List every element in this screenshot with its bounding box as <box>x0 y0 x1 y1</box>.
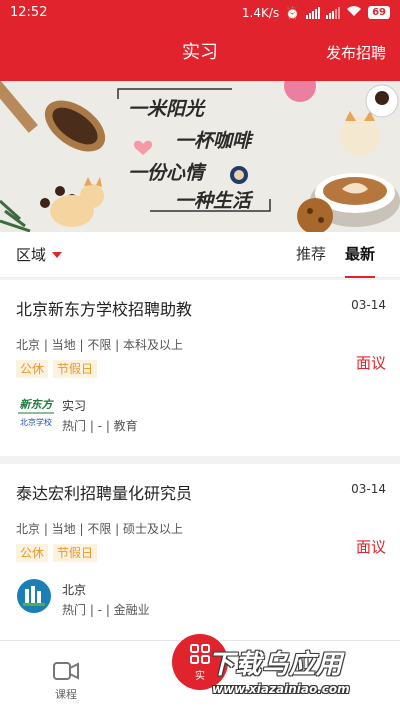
header-bar: 实习 发布招聘 <box>0 25 400 81</box>
publish-recruitment-button[interactable]: 发布招聘 <box>326 25 386 81</box>
watermark: 下载乌应用 www.xiazainiao.com <box>200 640 400 711</box>
svg-text:新东方: 新东方 <box>20 398 55 411</box>
filter-bar: 区域 推荐 最新 <box>0 232 400 278</box>
tab-course-label: 课程 <box>55 688 77 701</box>
job-title: 泰达宏利招聘量化研究员 <box>16 484 193 503</box>
job-tags: 公休 节假日 <box>16 360 98 378</box>
company-name: 实习 <box>62 399 87 413</box>
tab-course[interactable]: 课程 <box>26 659 106 702</box>
job-requirements: 北京 | 当地 | 不限 | 硕士及以上 <box>16 522 184 536</box>
banner-line-4: 一种生活 <box>175 190 252 212</box>
watermark-title: 下载乌应用 <box>208 650 344 680</box>
alarm-icon: ⏰ <box>285 5 301 20</box>
region-dropdown[interactable]: 区域 <box>16 232 63 278</box>
status-icons: 1.4K/s ⏰ 69 <box>242 5 390 20</box>
job-salary: 面议 <box>355 538 386 556</box>
job-card[interactable]: 泰达宏利招聘量化研究员 03-14 北京 | 当地 | 不限 | 硕士及以上 公… <box>0 464 400 640</box>
job-title: 北京新东方学校招聘助教 <box>16 300 193 319</box>
job-requirements: 北京 | 当地 | 不限 | 本科及以上 <box>16 338 184 352</box>
svg-text:北京学校: 北京学校 <box>20 417 52 427</box>
network-speed: 1.4K/s <box>241 5 280 20</box>
company-logo <box>16 578 56 614</box>
wifi-icon <box>346 5 362 20</box>
banner-line-3: 一份心情 <box>128 162 205 184</box>
company-info: 热门 | - | 教育 <box>62 419 138 433</box>
job-tag: 公休 <box>16 360 49 378</box>
region-label: 区域 <box>16 246 47 264</box>
video-camera-icon <box>53 662 79 680</box>
status-bar: 12:52 1.4K/s ⏰ 69 <box>0 0 400 25</box>
company-info: 热门 | - | 金融业 <box>62 603 150 617</box>
job-date: 03-14 <box>351 298 386 312</box>
job-date: 03-14 <box>351 482 386 496</box>
tab-latest[interactable]: 最新 <box>345 232 376 278</box>
banner-line-2: 一杯咖啡 <box>175 130 252 152</box>
promo-banner[interactable]: 一米阳光 一杯咖啡 一份心情 一种生活 <box>0 81 400 232</box>
job-card[interactable]: 北京新东方学校招聘助教 03-14 北京 | 当地 | 不限 | 本科及以上 公… <box>0 280 400 456</box>
job-salary: 面议 <box>355 354 386 372</box>
job-tags: 公休 节假日 <box>16 544 98 562</box>
tab-recommended[interactable]: 推荐 <box>296 232 326 276</box>
signal-icon <box>306 6 321 19</box>
job-tag: 节假日 <box>53 544 98 562</box>
job-tag: 公休 <box>16 544 49 562</box>
battery-indicator: 69 <box>368 6 390 19</box>
watermark-url: www.xiazainiao.com <box>212 682 350 696</box>
job-tag: 节假日 <box>53 360 98 378</box>
company-logo: 新东方 北京学校 <box>16 394 56 430</box>
signal-icon-2 <box>326 6 341 19</box>
banner-line-1: 一米阳光 <box>128 98 205 120</box>
status-time: 12:52 <box>10 5 48 20</box>
caret-down-icon <box>52 252 63 258</box>
company-name: 北京 <box>62 583 87 597</box>
